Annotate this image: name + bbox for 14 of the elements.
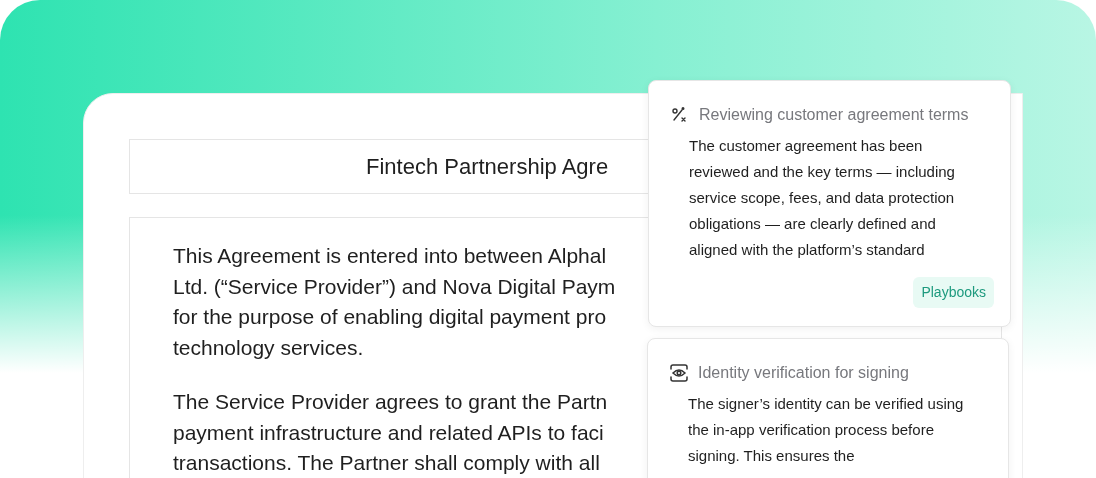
- paragraph-line: payment infrastructure and related APIs to faci: [173, 419, 604, 446]
- paragraph-line: technology services.: [173, 334, 364, 361]
- card-text: The customer agreement has been reviewed and the key terms — including service scope, fees, and data protection obligations — are clearly defined and aligned with the platform’s standard: [688, 136, 956, 260]
- paragraph-line: Ltd. (“Service Provider”) and Nova Digital Paym: [173, 273, 616, 300]
- card-text: The signer’s identity can be verified using the in-app verification process before signing. This ensures the: [687, 394, 965, 466]
- card-title: Reviewing customer agreement terms: [699, 105, 969, 125]
- paragraph-line: The Service Provider agrees to grant the Partn: [173, 389, 608, 415]
- card-title: Identity verification for signing: [698, 363, 909, 383]
- document-title: Fintech Partnership Agre: [366, 153, 609, 181]
- paragraph-line: for the purpose of enabling digital payment pro: [173, 304, 607, 330]
- paragraph-line: transactions. The Partner shall comply with all: [173, 450, 600, 476]
- eye-scan-icon: [670, 364, 688, 382]
- paragraph-line: This Agreement is entered into between Alphal: [173, 243, 607, 269]
- playbooks-tag[interactable]: Playbooks: [913, 277, 994, 308]
